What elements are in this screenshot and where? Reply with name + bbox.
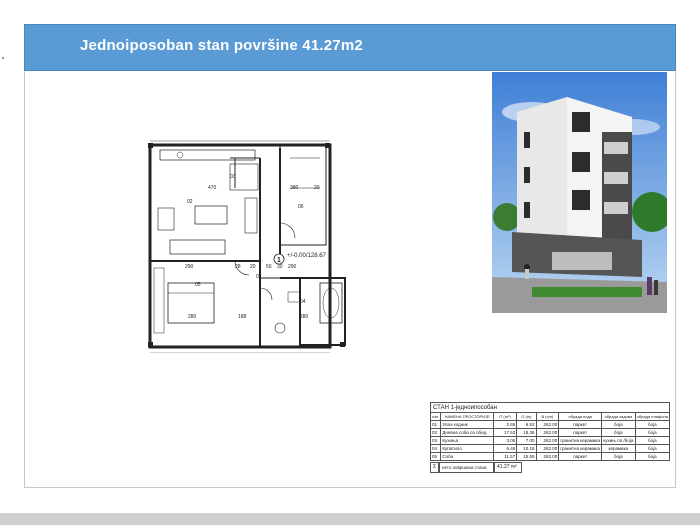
room-table: озн. НАМЕНА ПРОСТОРИЈЕ П (m²) О (m) В (c… bbox=[429, 412, 671, 461]
table-row: 02 Дневна соба са обед. 17.53 18.36 262.… bbox=[429, 428, 671, 437]
header-name: НАМЕНА ПРОСТОРИЈЕ bbox=[440, 412, 494, 421]
header-height: В (cm) bbox=[535, 412, 560, 421]
row-walls: керамика bbox=[600, 444, 636, 453]
row-ceiling: боја bbox=[634, 420, 671, 429]
header-area: П (m²) bbox=[492, 412, 518, 421]
room-schedule-title: СТАН 1-једноипособан bbox=[430, 402, 670, 412]
header-floor: обрада пода bbox=[558, 412, 602, 421]
dim-280: 280 bbox=[188, 314, 197, 320]
header-ceiling: обрада плафона bbox=[634, 412, 671, 421]
row-area: 3.06 bbox=[492, 436, 518, 445]
room-label-01: 01 bbox=[256, 274, 262, 280]
row-height: 262.00 bbox=[535, 436, 560, 445]
dim-470: 470 bbox=[208, 185, 217, 191]
row-code: 03 bbox=[429, 436, 442, 445]
row-ceiling: боја bbox=[634, 444, 671, 453]
dim-290: 290 bbox=[185, 264, 194, 270]
top-bar bbox=[0, 0, 700, 15]
dim-30: 30 bbox=[277, 264, 283, 270]
total-value: 41.27 m² bbox=[494, 462, 522, 473]
row-ceiling: боја bbox=[634, 428, 671, 437]
floor-plan: 02 03 06 01 05 04 470 290 280 380 20 188… bbox=[148, 140, 346, 353]
room-label-04: 04 bbox=[300, 299, 306, 305]
row-name: Соба bbox=[440, 452, 494, 461]
row-walls: боја bbox=[600, 420, 636, 429]
row-height: 262.00 bbox=[535, 420, 560, 429]
total-label: нето површина стана bbox=[439, 462, 494, 473]
table-row: 05 Соба 11.57 15.59 262.00 паркет боја б… bbox=[429, 452, 671, 461]
row-code: 04 bbox=[429, 444, 442, 453]
title-bar: Jednoiposoban stan površine 41.27m2 bbox=[24, 24, 676, 71]
table-row: 04 Купатило 6.46 10.18 262.00 гранитна к… bbox=[429, 444, 671, 453]
row-code: 02 bbox=[429, 428, 442, 437]
row-height: 262.00 bbox=[535, 428, 560, 437]
row-walls: кухињ.пл./боја bbox=[600, 436, 636, 445]
row-height: 262.00 bbox=[535, 452, 560, 461]
header-perimeter: О (m) bbox=[516, 412, 537, 421]
row-name: Кухиња bbox=[440, 436, 494, 445]
room-label-06: 06 bbox=[298, 204, 304, 210]
row-code: 05 bbox=[429, 452, 442, 461]
room-table-header: озн. НАМЕНА ПРОСТОРИЈЕ П (m²) О (m) В (c… bbox=[429, 412, 671, 421]
row-code: 01 bbox=[429, 420, 442, 429]
row-ceiling: боја bbox=[634, 452, 671, 461]
row-floor: паркет bbox=[558, 420, 602, 429]
margin-dot bbox=[2, 57, 4, 59]
row-perimeter: 15.59 bbox=[516, 452, 537, 461]
row-name: Улаз-ходник bbox=[440, 420, 494, 429]
total-row: Σ нето површина стана 41.27 m² bbox=[430, 462, 670, 473]
table-row: 01 Улаз-ходник 2.65 6.52 262.00 паркет б… bbox=[429, 420, 671, 429]
dim-20: 20 bbox=[314, 185, 320, 191]
dim-50: 50 bbox=[266, 264, 272, 270]
row-floor: гранитна керамика bbox=[558, 444, 602, 453]
row-name: Купатило bbox=[440, 444, 494, 453]
row-area: 17.53 bbox=[492, 428, 518, 437]
dim-280b: 280 bbox=[300, 314, 309, 320]
row-floor: паркет bbox=[558, 452, 602, 461]
room-label-05: 05 bbox=[195, 282, 201, 288]
header-walls: обрада зидова bbox=[600, 412, 636, 421]
row-floor: паркет bbox=[558, 428, 602, 437]
row-ceiling: боја bbox=[634, 436, 671, 445]
row-name: Дневна соба са обед. bbox=[440, 428, 494, 437]
dim-20b: 20 bbox=[250, 264, 256, 270]
row-walls: боја bbox=[600, 452, 636, 461]
bottom-bar bbox=[0, 513, 700, 525]
total-symbol: Σ bbox=[430, 462, 439, 473]
row-area: 11.57 bbox=[492, 452, 518, 461]
room-label-03: 03 bbox=[230, 174, 236, 180]
dim-290b: 290 bbox=[288, 264, 297, 270]
dim-380: 380 bbox=[290, 185, 299, 191]
entry-marker: 1 bbox=[277, 257, 281, 264]
row-perimeter: 10.18 bbox=[516, 444, 537, 453]
room-schedule: СТАН 1-једноипособан озн. НАМЕНА ПРОСТОР… bbox=[429, 402, 671, 473]
row-area: 6.46 bbox=[492, 444, 518, 453]
row-perimeter: 6.52 bbox=[516, 420, 537, 429]
building-render-image bbox=[492, 72, 667, 313]
room-label-02: 02 bbox=[187, 199, 193, 205]
dim-188: 188 bbox=[238, 314, 247, 320]
row-height: 262.00 bbox=[535, 444, 560, 453]
row-perimeter: 18.36 bbox=[516, 428, 537, 437]
row-floor: гранитна керамика bbox=[558, 436, 602, 445]
page-title: Jednoiposoban stan površine 41.27m2 bbox=[80, 37, 363, 54]
header-code: озн. bbox=[429, 412, 442, 421]
table-row: 03 Кухиња 3.06 7.00 262.00 гранитна кера… bbox=[429, 436, 671, 445]
dim-28: 28 bbox=[235, 264, 241, 270]
row-perimeter: 7.00 bbox=[516, 436, 537, 445]
elevation-label: +/-0.00/128.67 bbox=[287, 253, 327, 259]
row-area: 2.65 bbox=[492, 420, 518, 429]
row-walls: боја bbox=[600, 428, 636, 437]
